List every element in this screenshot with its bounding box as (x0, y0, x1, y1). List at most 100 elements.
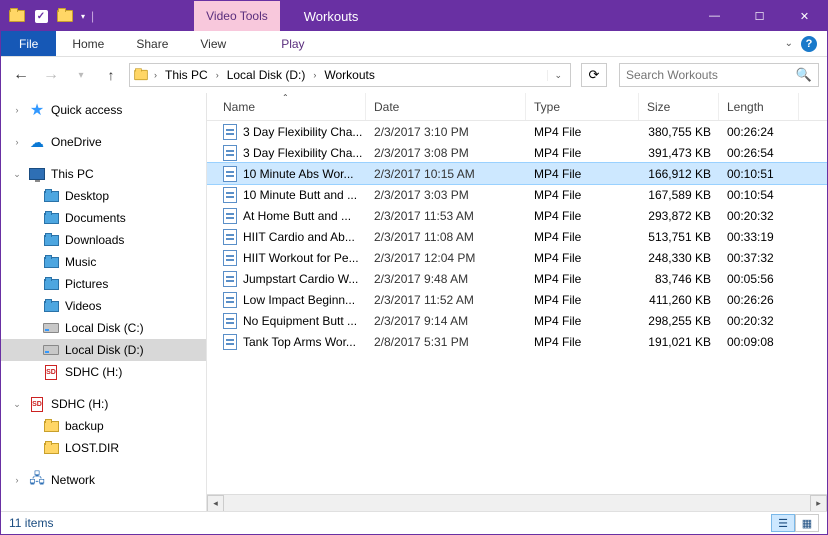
close-button[interactable]: ✕ (782, 1, 827, 31)
search-box[interactable]: 🔍 (619, 63, 819, 87)
file-row[interactable]: Low Impact Beginn...2/3/2017 11:52 AMMP4… (207, 289, 827, 310)
quick-access-label: Quick access (51, 103, 122, 117)
sidebar-quick-access[interactable]: › ★ Quick access (1, 99, 206, 121)
ribbon: File Home Share View Play ⌄ ? (1, 31, 827, 57)
file-row[interactable]: Jumpstart Cardio W...2/3/2017 9:48 AMMP4… (207, 268, 827, 289)
sidebar-pictures[interactable]: Pictures (1, 273, 206, 295)
video-file-icon (223, 229, 237, 245)
crumb-workouts[interactable]: Workouts (320, 68, 378, 82)
column-length[interactable]: Length (719, 93, 799, 120)
file-name-cell: At Home Butt and ... (215, 208, 366, 224)
sidebar-sdhc-1[interactable]: SDSDHC (H:) (1, 361, 206, 383)
refresh-button[interactable]: ⟳ (581, 63, 607, 87)
help-icon[interactable]: ? (801, 36, 817, 52)
column-size[interactable]: Size (639, 93, 719, 120)
file-length: 00:37:32 (719, 251, 799, 265)
tab-play[interactable]: Play (265, 31, 320, 56)
expander-icon[interactable]: › (11, 137, 23, 147)
crumb-root-sep[interactable]: › (150, 70, 161, 80)
scroll-left-icon[interactable]: ◂ (207, 495, 224, 512)
file-name: At Home Butt and ... (243, 209, 351, 223)
file-row[interactable]: At Home Butt and ...2/3/2017 11:53 AMMP4… (207, 205, 827, 226)
sidebar-backup[interactable]: backup (1, 415, 206, 437)
address-bar[interactable]: › This PC › Local Disk (D:) › Workouts ⌄ (129, 63, 571, 87)
search-icon[interactable]: 🔍 (796, 67, 812, 83)
sidebar-onedrive[interactable]: › ☁ OneDrive (1, 131, 206, 153)
up-button[interactable]: ↑ (99, 63, 123, 87)
file-name: 3 Day Flexibility Cha... (243, 146, 362, 160)
file-row[interactable]: 10 Minute Abs Wor...2/3/2017 10:15 AMMP4… (207, 163, 827, 184)
file-row[interactable]: 3 Day Flexibility Cha...2/3/2017 3:08 PM… (207, 142, 827, 163)
sidebar-videos[interactable]: Videos (1, 295, 206, 317)
back-button[interactable]: ← (9, 63, 33, 87)
sidebar-music[interactable]: Music (1, 251, 206, 273)
file-row[interactable]: HIIT Cardio and Ab...2/3/2017 11:08 AMMP… (207, 226, 827, 247)
sd-card-icon: SD (29, 396, 45, 412)
column-headers: Name⌃ Date Type Size Length (207, 93, 827, 121)
file-date: 2/3/2017 12:04 PM (366, 251, 526, 265)
tab-view[interactable]: View (184, 31, 242, 56)
file-type: MP4 File (526, 209, 639, 223)
file-name-cell: Low Impact Beginn... (215, 292, 366, 308)
chevron-right-icon[interactable]: › (212, 70, 223, 80)
sidebar-desktop[interactable]: Desktop (1, 185, 206, 207)
folder-icon (43, 254, 59, 270)
scroll-right-icon[interactable]: ▸ (810, 495, 827, 512)
sidebar-network[interactable]: ›🖧Network (1, 469, 206, 491)
search-input[interactable] (626, 68, 796, 82)
file-date: 2/3/2017 11:08 AM (366, 230, 526, 244)
scroll-track[interactable] (224, 495, 810, 512)
forward-button[interactable]: → (39, 63, 63, 87)
sidebar-documents[interactable]: Documents (1, 207, 206, 229)
maximize-button[interactable]: ☐ (737, 1, 782, 31)
sidebar-this-pc[interactable]: ⌄ This PC (1, 163, 206, 185)
file-tab[interactable]: File (1, 31, 56, 56)
horizontal-scrollbar[interactable]: ◂ ▸ (207, 494, 827, 511)
file-row[interactable]: 10 Minute Butt and ...2/3/2017 3:03 PMMP… (207, 184, 827, 205)
file-type: MP4 File (526, 314, 639, 328)
address-history-icon[interactable]: ⌄ (547, 70, 568, 81)
recent-locations-icon[interactable]: ▾ (69, 63, 93, 87)
expander-icon[interactable]: › (11, 475, 23, 485)
sidebar-downloads[interactable]: Downloads (1, 229, 206, 251)
column-date[interactable]: Date (366, 93, 526, 120)
sidebar-local-d[interactable]: Local Disk (D:) (1, 339, 206, 361)
crumb-local-d[interactable]: Local Disk (D:) (223, 68, 310, 82)
expander-icon[interactable]: ⌄ (11, 169, 23, 180)
file-size: 167,589 KB (639, 188, 719, 202)
view-toggles: ☰ ▦ (771, 514, 819, 532)
file-type: MP4 File (526, 272, 639, 286)
sidebar-local-c[interactable]: Local Disk (C:) (1, 317, 206, 339)
navigation-pane[interactable]: › ★ Quick access › ☁ OneDrive ⌄ This PC … (1, 93, 207, 511)
file-row[interactable]: Tank Top Arms Wor...2/8/2017 5:31 PMMP4 … (207, 331, 827, 352)
file-list[interactable]: 3 Day Flexibility Cha...2/3/2017 3:10 PM… (207, 121, 827, 494)
thumbnails-view-button[interactable]: ▦ (795, 514, 819, 532)
crumb-this-pc[interactable]: This PC (161, 68, 212, 82)
chevron-right-icon[interactable]: › (309, 70, 320, 80)
sidebar-lostdir[interactable]: LOST.DIR (1, 437, 206, 459)
column-name[interactable]: Name⌃ (215, 93, 366, 120)
file-row[interactable]: HIIT Workout for Pe...2/3/2017 12:04 PMM… (207, 247, 827, 268)
new-folder-icon[interactable] (55, 6, 75, 26)
expander-icon[interactable]: › (11, 105, 23, 115)
tab-share[interactable]: Share (120, 31, 184, 56)
file-name-cell: HIIT Cardio and Ab... (215, 229, 366, 245)
details-view-button[interactable]: ☰ (771, 514, 795, 532)
video-file-icon (223, 187, 237, 203)
sidebar-sdhc-2[interactable]: ⌄SDSDHC (H:) (1, 393, 206, 415)
address-folder-icon (132, 69, 150, 81)
column-type[interactable]: Type (526, 93, 639, 120)
file-row[interactable]: 3 Day Flexibility Cha...2/3/2017 3:10 PM… (207, 121, 827, 142)
file-row[interactable]: No Equipment Butt ...2/3/2017 9:14 AMMP4… (207, 310, 827, 331)
minimize-button[interactable]: — (692, 1, 737, 31)
file-size: 391,473 KB (639, 146, 719, 160)
properties-icon[interactable]: ✓ (31, 6, 51, 26)
tab-home[interactable]: Home (56, 31, 120, 56)
qat-dropdown-icon[interactable]: ▾ (81, 12, 85, 21)
collapse-ribbon-icon[interactable]: ⌄ (785, 38, 793, 49)
file-length: 00:20:32 (719, 209, 799, 223)
file-name: Tank Top Arms Wor... (243, 335, 356, 349)
explorer-icon[interactable] (7, 6, 27, 26)
expander-icon[interactable]: ⌄ (11, 399, 23, 410)
file-type: MP4 File (526, 293, 639, 307)
